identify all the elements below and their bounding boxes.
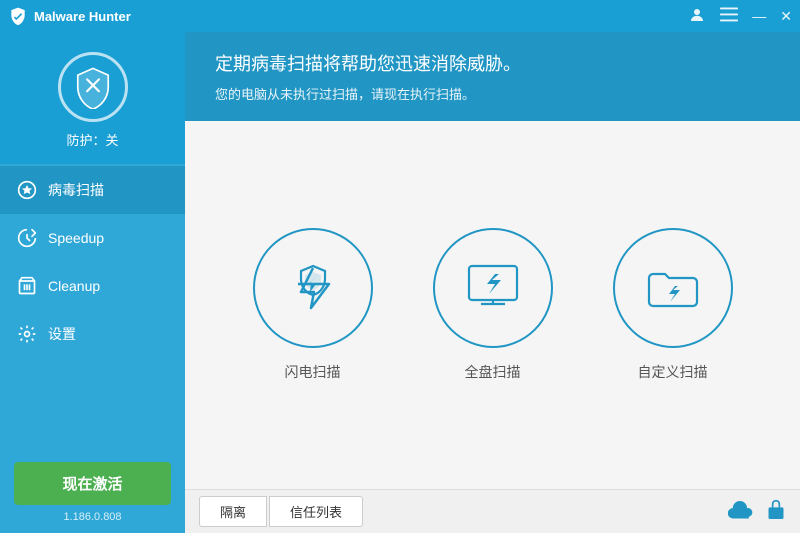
bottom-icons xyxy=(728,498,786,525)
bottom-bar: 隔离 信任列表 xyxy=(185,489,800,533)
sidebar-item-settings[interactable]: 设置 xyxy=(0,310,185,358)
banner-title: 定期病毒扫描将帮助您迅速消除威胁。 xyxy=(215,50,770,76)
sidebar: 防护：关 病毒扫描 xyxy=(0,32,185,533)
top-banner: 定期病毒扫描将帮助您迅速消除威胁。 您的电脑从未执行过扫描，请现在执行扫描。 xyxy=(185,32,800,121)
sidebar-item-scan[interactable]: 病毒扫描 xyxy=(0,166,185,214)
window-controls: — ✕ xyxy=(688,6,792,27)
flash-scan-circle xyxy=(253,228,373,348)
nav-items: 病毒扫描 Speedup xyxy=(0,164,185,446)
flash-scan-label: 闪电扫描 xyxy=(285,362,341,382)
shield-icon-wrap xyxy=(58,52,128,122)
flash-scan-icon xyxy=(283,258,343,318)
activate-button[interactable]: 现在激活 xyxy=(14,462,171,505)
custom-scan-icon xyxy=(641,256,705,320)
version-label: 1.186.0.808 xyxy=(14,511,171,523)
full-scan-icon xyxy=(461,256,525,320)
settings-nav-label: 设置 xyxy=(48,324,76,344)
cleanup-nav-label: Cleanup xyxy=(48,278,100,294)
full-scan-circle xyxy=(433,228,553,348)
titlebar: Malware Hunter — ✕ xyxy=(0,0,800,32)
custom-scan-label: 自定义扫描 xyxy=(638,362,708,382)
app-title: Malware Hunter xyxy=(34,9,688,24)
custom-scan-option[interactable]: 自定义扫描 xyxy=(613,228,733,382)
app-logo xyxy=(8,6,28,26)
settings-nav-icon xyxy=(16,323,38,345)
sidebar-footer: 现在激活 1.186.0.808 xyxy=(0,446,185,533)
speedup-nav-icon xyxy=(16,227,38,249)
protection-status: 防护：关 xyxy=(66,130,118,149)
banner-subtitle: 您的电脑从未执行过扫描，请现在执行扫描。 xyxy=(215,84,770,103)
scan-nav-icon xyxy=(16,179,38,201)
full-scan-option[interactable]: 全盘扫描 xyxy=(433,228,553,382)
flash-scan-option[interactable]: 闪电扫描 xyxy=(253,228,373,382)
trusted-list-button[interactable]: 信任列表 xyxy=(269,496,363,527)
shield-icon xyxy=(71,65,115,109)
scan-area: 闪电扫描 全盘扫描 xyxy=(185,121,800,489)
custom-scan-circle xyxy=(613,228,733,348)
main-content: 定期病毒扫描将帮助您迅速消除威胁。 您的电脑从未执行过扫描，请现在执行扫描。 闪… xyxy=(185,32,800,533)
close-button[interactable]: ✕ xyxy=(780,8,792,25)
cloud-icon[interactable] xyxy=(728,499,754,524)
quarantine-button[interactable]: 隔离 xyxy=(199,496,267,527)
lock-icon[interactable] xyxy=(766,498,786,525)
sidebar-header: 防护：关 xyxy=(0,32,185,164)
cleanup-nav-icon xyxy=(16,275,38,297)
full-scan-label: 全盘扫描 xyxy=(465,362,521,382)
user-icon[interactable] xyxy=(688,6,706,27)
menu-icon[interactable] xyxy=(720,7,738,26)
minimize-button[interactable]: — xyxy=(752,8,766,24)
app-body: 防护：关 病毒扫描 xyxy=(0,32,800,533)
speedup-nav-label: Speedup xyxy=(48,230,104,246)
sidebar-item-cleanup[interactable]: Cleanup xyxy=(0,262,185,310)
sidebar-item-speedup[interactable]: Speedup xyxy=(0,214,185,262)
scan-nav-label: 病毒扫描 xyxy=(48,180,104,200)
